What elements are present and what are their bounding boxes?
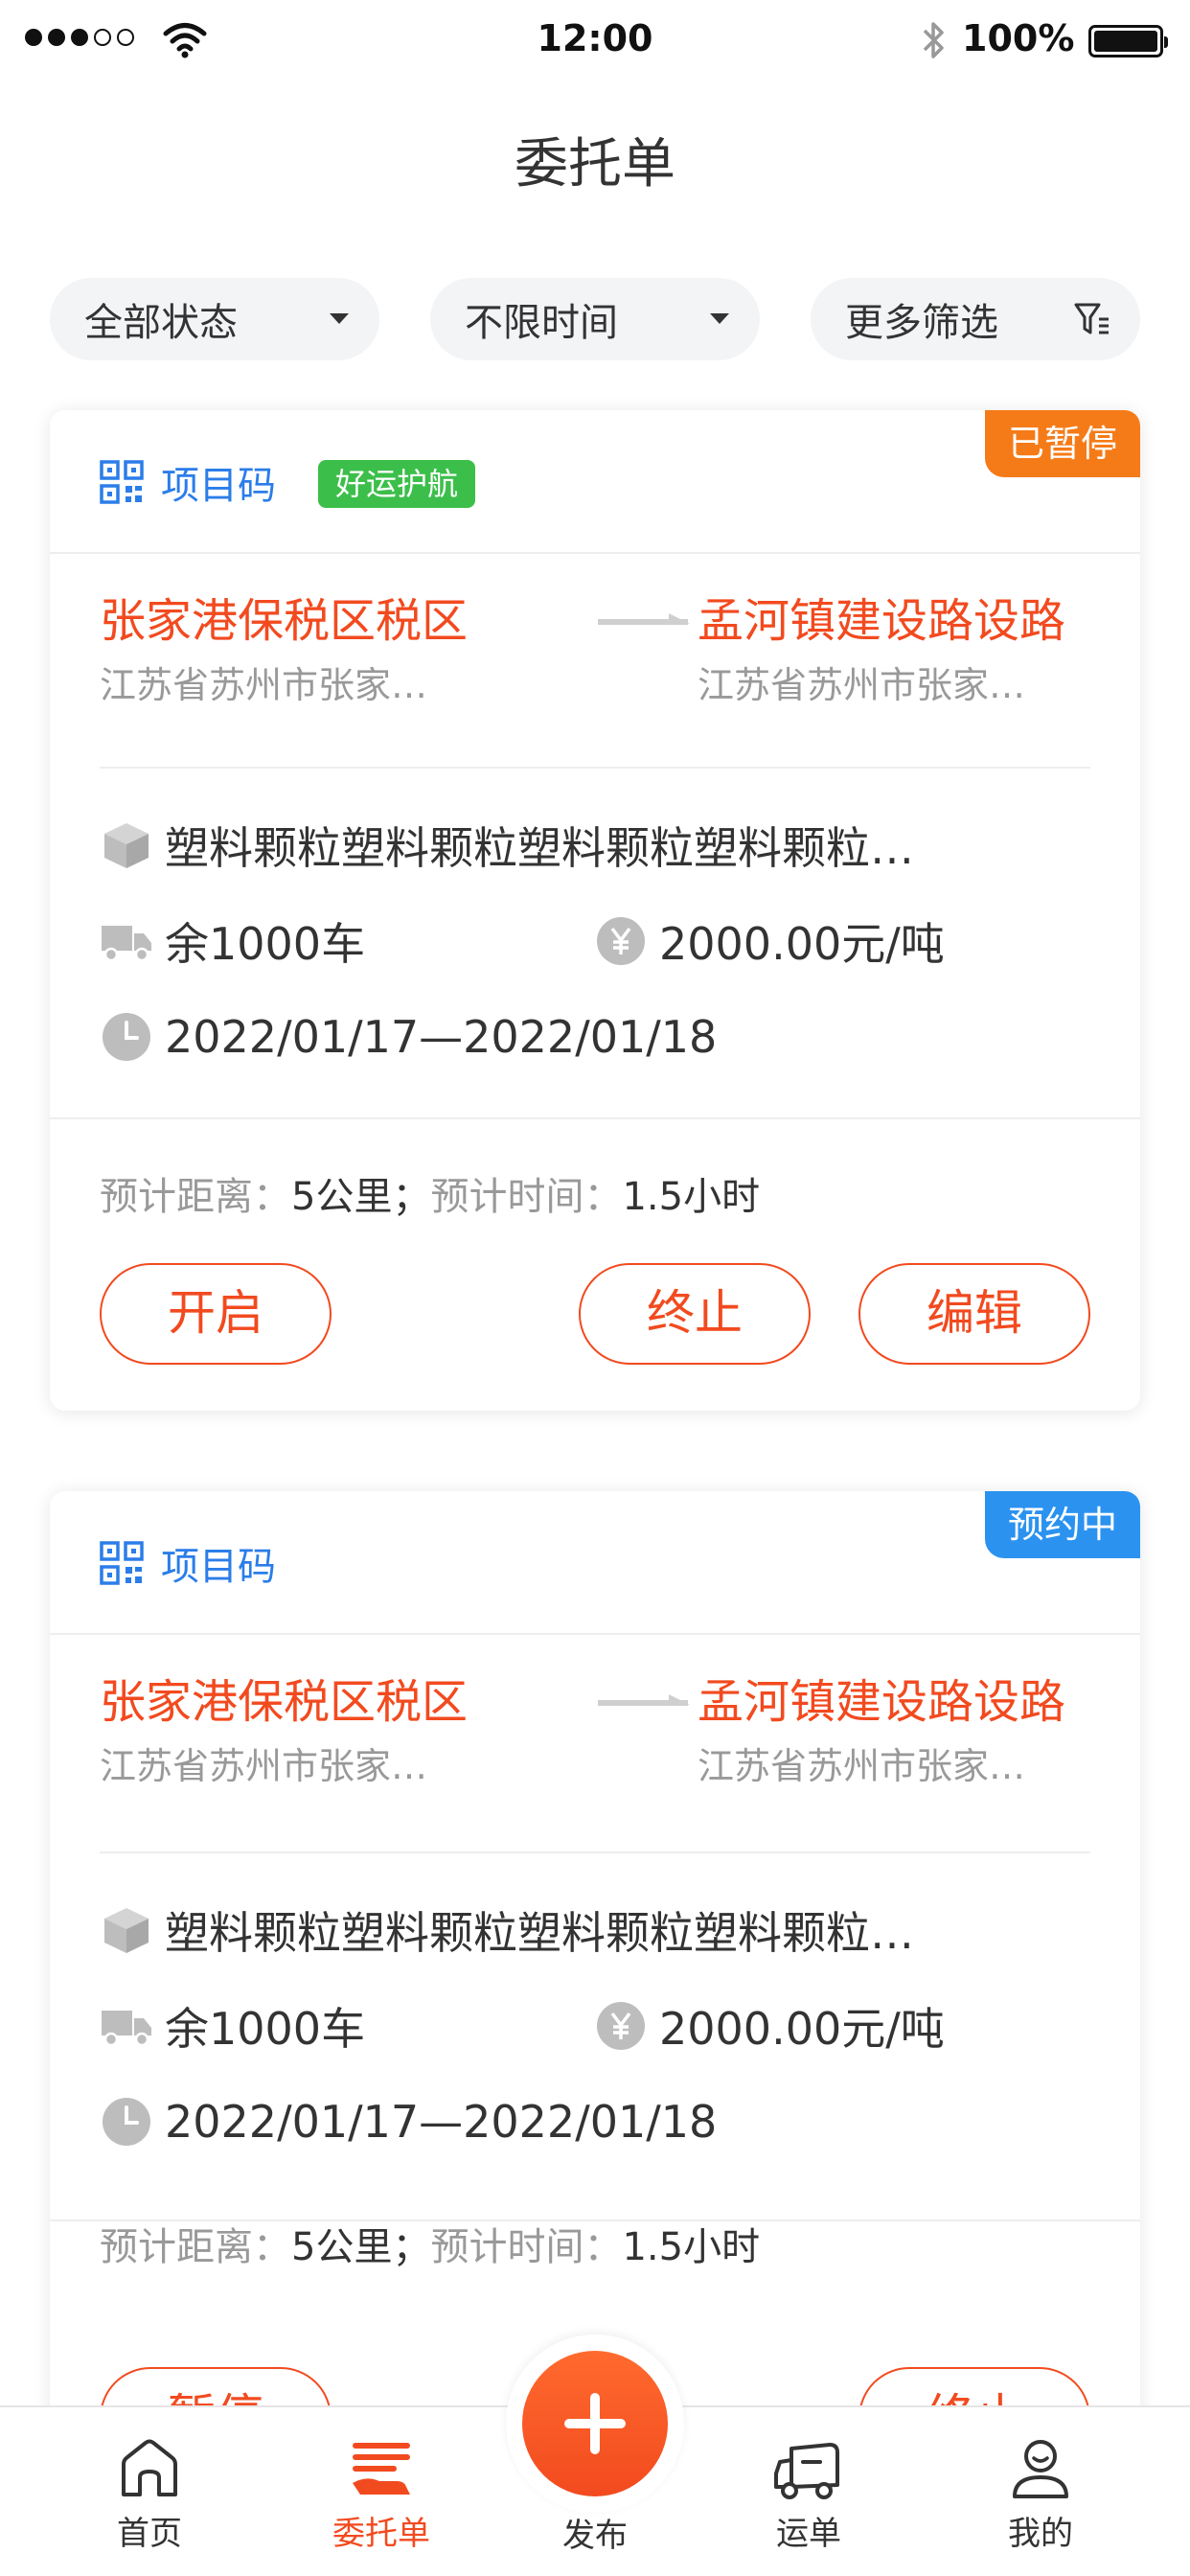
status-badge: 已暂停: [984, 410, 1140, 477]
route-arrow-icon: [598, 1694, 690, 1706]
duration-label: 预计时间：: [430, 1175, 623, 1219]
package-icon: [100, 1903, 153, 1957]
tab-orders[interactable]: 委托单: [295, 2430, 468, 2554]
tab-mine[interactable]: 我的: [954, 2430, 1127, 2554]
bluetooth-icon: [923, 22, 944, 58]
resume-button[interactable]: 开启: [100, 1263, 332, 1365]
remaining-row: 余1000车: [100, 1997, 365, 2055]
time-filter[interactable]: 不限时间: [430, 278, 760, 360]
goods-row: 塑料颗粒塑料颗粒塑料颗粒塑料颗粒…: [100, 816, 914, 874]
caret-down-icon: [330, 313, 349, 324]
duration-label: 预计时间：: [430, 2225, 623, 2269]
package-icon: [100, 818, 153, 872]
user-icon: [954, 2430, 1127, 2507]
divider: [50, 1117, 1140, 1119]
distance-label: 预计距离：: [100, 1175, 291, 1219]
clock-icon: [100, 2095, 153, 2149]
date-range: 2022/01/17—2022/01/18: [165, 2096, 718, 2148]
yuan-icon: [594, 1999, 648, 2053]
tab-home[interactable]: 首页: [63, 2430, 236, 2554]
divider: [100, 1852, 1090, 1853]
origin-address: 江苏省苏州市张家…: [100, 1745, 428, 1787]
status-bar: 12:00 100%: [0, 0, 1190, 84]
distance-label: 预计距离：: [100, 2225, 291, 2269]
time-filter-label: 不限时间: [465, 301, 618, 345]
route-arrow-icon: [598, 613, 690, 625]
estimate-info: 预计距离：5公里；预计时间：1.5小时: [100, 2216, 760, 2271]
destination-address: 江苏省苏州市张家…: [698, 1745, 1026, 1787]
card-header: 项目码 预约中: [50, 1491, 1140, 1635]
goods-name: 塑料颗粒塑料颗粒塑料颗粒塑料颗粒…: [165, 822, 914, 874]
divider: [100, 767, 1090, 769]
origin-name: 张家港保税区税区: [100, 594, 469, 648]
order-card[interactable]: 项目码 好运护航 已暂停 张家港保税区税区 江苏省苏州市张家… 孟河镇建设路设路…: [50, 410, 1140, 1411]
tab-publish-label: 发布: [562, 2517, 628, 2555]
edit-button[interactable]: 编辑: [858, 1263, 1090, 1365]
truck-icon: [722, 2430, 895, 2507]
battery-icon: [1088, 25, 1168, 58]
remaining-row: 余1000车: [100, 912, 365, 970]
destination-name: 孟河镇建设路设路: [698, 594, 1066, 648]
status-filter-label: 全部状态: [84, 301, 238, 345]
distance-value: 5公里；: [291, 2225, 431, 2269]
unit-price: 2000.00元/吨: [659, 2003, 945, 2055]
status-badge: 预约中: [984, 1491, 1140, 1558]
remaining-trucks: 余1000车: [165, 2003, 366, 2055]
goods-name: 塑料颗粒塑料颗粒塑料颗粒塑料颗粒…: [165, 1907, 914, 1959]
insurance-badge: 好运护航: [318, 460, 476, 508]
remaining-trucks: 余1000车: [165, 918, 366, 970]
route: 张家港保税区税区 江苏省苏州市张家… 孟河镇建设路设路 江苏省苏州市张家…: [100, 583, 1090, 707]
price-row: 2000.00元/吨: [594, 912, 945, 970]
tab-mine-label: 我的: [1008, 2515, 1073, 2553]
home-icon: [63, 2430, 236, 2507]
tab-orders-label: 委托单: [332, 2515, 430, 2553]
tab-waybill[interactable]: 运单: [722, 2430, 895, 2554]
qr-code-icon: [100, 460, 144, 504]
truck-icon: [100, 1999, 153, 2053]
unit-price: 2000.00元/吨: [659, 918, 945, 970]
battery-percentage: 100%: [962, 17, 1075, 59]
duration-value: 1.5小时: [622, 1175, 761, 1219]
more-filter-label: 更多筛选: [845, 301, 998, 345]
terminate-button[interactable]: 终止: [579, 1263, 811, 1365]
status-filter[interactable]: 全部状态: [50, 278, 379, 360]
page-title: 委托单: [515, 133, 675, 196]
estimate-info: 预计距离：5公里；预计时间：1.5小时: [100, 1165, 760, 1221]
destination-address: 江苏省苏州市张家…: [698, 664, 1026, 706]
date-range: 2022/01/17—2022/01/18: [165, 1011, 718, 1063]
price-row: 2000.00元/吨: [594, 1997, 945, 2055]
order-card[interactable]: 项目码 预约中 张家港保税区税区 江苏省苏州市张家… 孟河镇建设路设路 江苏省苏…: [50, 1491, 1140, 2450]
filter-icon: [1074, 303, 1109, 334]
date-row: 2022/01/17—2022/01/18: [100, 2093, 717, 2150]
origin-address: 江苏省苏州市张家…: [100, 664, 428, 706]
project-code-link[interactable]: 项目码: [161, 454, 276, 510]
more-filter[interactable]: 更多筛选: [811, 278, 1140, 360]
qr-code-icon: [100, 1541, 144, 1585]
origin-name: 张家港保税区税区: [100, 1675, 469, 1729]
orders-icon: [295, 2430, 468, 2507]
route: 张家港保税区税区 江苏省苏州市张家… 孟河镇建设路设路 江苏省苏州市张家…: [100, 1664, 1090, 1788]
publish-button[interactable]: [522, 2351, 668, 2496]
truck-icon: [100, 914, 153, 968]
caret-down-icon: [710, 313, 729, 324]
duration-value: 1.5小时: [622, 2225, 761, 2269]
tab-waybill-label: 运单: [776, 2515, 841, 2553]
distance-value: 5公里；: [291, 1175, 431, 1219]
project-code-link[interactable]: 项目码: [161, 1535, 276, 1591]
destination-name: 孟河镇建设路设路: [698, 1675, 1066, 1729]
date-row: 2022/01/17—2022/01/18: [100, 1008, 717, 1066]
yuan-icon: [594, 914, 648, 968]
clock-icon: [100, 1010, 153, 1064]
card-header: 项目码 好运护航 已暂停: [50, 410, 1140, 554]
goods-row: 塑料颗粒塑料颗粒塑料颗粒塑料颗粒…: [100, 1901, 914, 1959]
tab-home-label: 首页: [117, 2515, 182, 2553]
